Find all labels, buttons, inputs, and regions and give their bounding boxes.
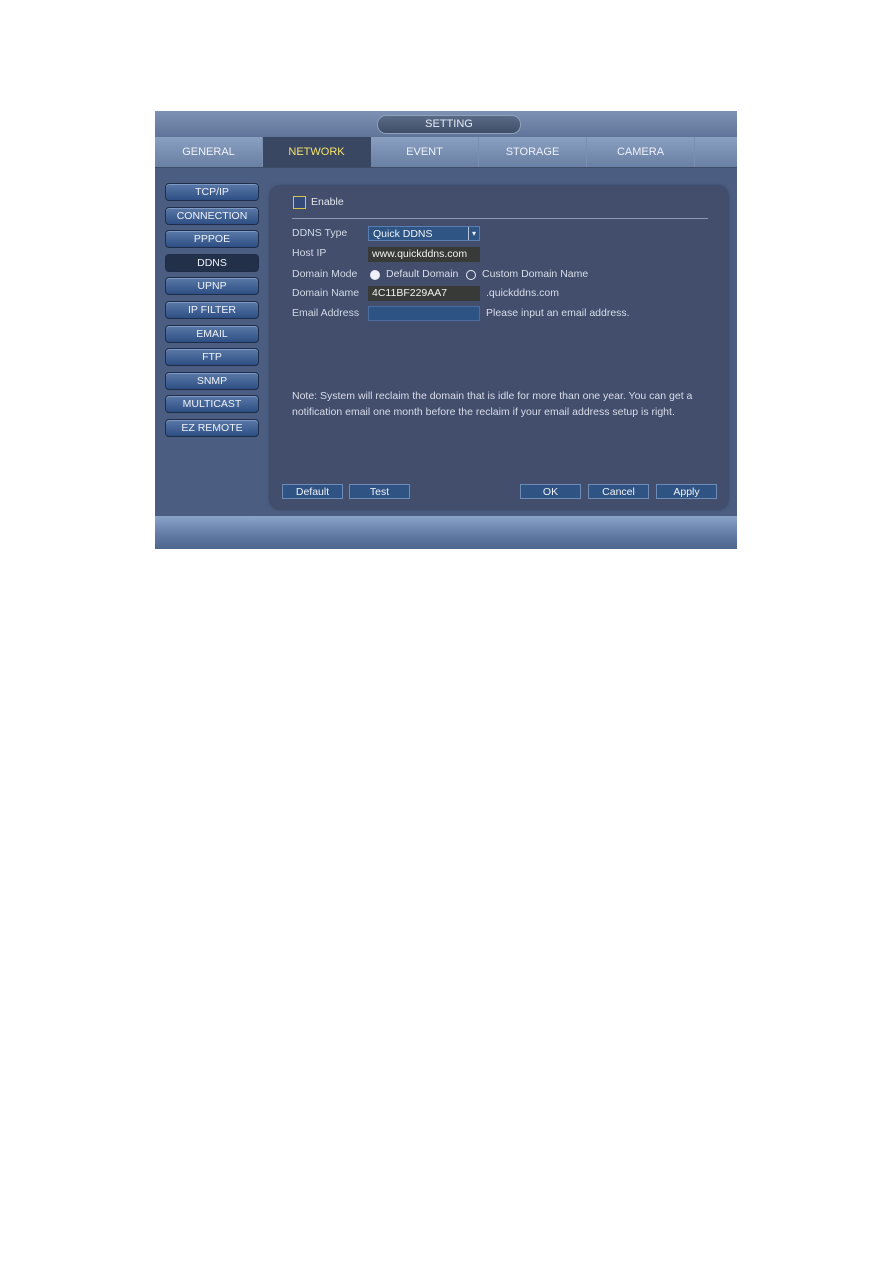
sidebar-item-ddns[interactable]: DDNS (165, 253, 259, 272)
ok-button[interactable]: OK (520, 484, 581, 499)
radio-custom-domain[interactable] (466, 270, 476, 280)
default-domain-label: Default Domain (386, 268, 459, 280)
email-address-field[interactable] (368, 306, 480, 321)
sidebar-item-ez-remote[interactable]: EZ REMOTE (165, 418, 259, 437)
sidebar-item-snmp[interactable]: SNMP (165, 371, 259, 390)
domain-name-label: Domain Name (292, 287, 360, 299)
reclaim-note: Note: System will reclaim the domain tha… (292, 390, 693, 418)
sidebar-item-ftp[interactable]: FTP (165, 348, 259, 367)
enable-checkbox[interactable] (293, 196, 306, 209)
ddns-type-label: DDNS Type (292, 227, 348, 239)
chevron-down-icon[interactable]: ▾ (468, 227, 479, 240)
radio-default-domain[interactable] (370, 270, 380, 280)
tab-event[interactable]: EVENT (371, 137, 479, 167)
window-title: SETTING (377, 115, 521, 134)
divider (292, 218, 708, 219)
sidebar-item-upnp[interactable]: UPNP (165, 277, 259, 296)
tab-camera[interactable]: CAMERA (587, 137, 695, 167)
ddns-panel: Enable DDNS Type Quick DDNS ▾ Host IP ww… (270, 186, 728, 509)
sidebar-item-multicast[interactable]: MULTICAST (165, 395, 259, 414)
custom-domain-label: Custom Domain Name (482, 268, 589, 280)
main-tabs: GENERAL NETWORK EVENT STORAGE CAMERA (155, 137, 737, 168)
ddns-type-select[interactable]: Quick DDNS ▾ (368, 226, 480, 241)
tab-storage[interactable]: STORAGE (479, 137, 587, 167)
email-address-label: Email Address (292, 307, 360, 319)
sidebar-item-tcpip[interactable]: TCP/IP (165, 183, 259, 201)
default-button[interactable]: Default (282, 484, 343, 499)
enable-label: Enable (311, 196, 344, 208)
host-ip-label: Host IP (292, 247, 327, 259)
cancel-button[interactable]: Cancel (588, 484, 649, 499)
sidebar-item-ip-filter[interactable]: IP FILTER (165, 300, 259, 319)
settings-window: SETTING GENERAL NETWORK EVENT STORAGE CA… (155, 111, 737, 549)
email-hint: Please input an email address. (486, 307, 630, 319)
network-sidebar: TCP/IP CONNECTION PPPOE DDNS UPNP IP FIL… (165, 183, 259, 443)
sidebar-item-pppoe[interactable]: PPPOE (165, 230, 259, 249)
host-ip-field[interactable]: www.quickddns.com (368, 247, 480, 262)
apply-button[interactable]: Apply (656, 484, 717, 499)
footer-bar (155, 516, 737, 549)
sidebar-item-connection[interactable]: CONNECTION (165, 206, 259, 225)
domain-suffix: .quickddns.com (486, 287, 559, 299)
test-button[interactable]: Test (349, 484, 410, 499)
tab-general[interactable]: GENERAL (155, 137, 263, 167)
sidebar-item-email[interactable]: EMAIL (165, 324, 259, 343)
domain-name-field[interactable]: 4C11BF229AA7 (368, 286, 480, 301)
title-bar: SETTING (155, 111, 737, 137)
tab-network[interactable]: NETWORK (263, 137, 371, 167)
domain-mode-label: Domain Mode (292, 268, 358, 280)
ddns-type-value: Quick DDNS (373, 228, 433, 240)
